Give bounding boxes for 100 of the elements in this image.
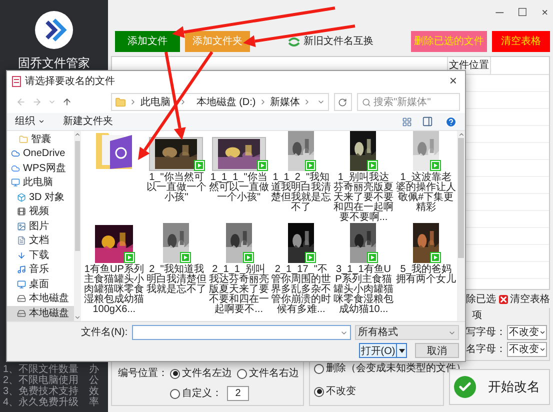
- file-name[interactable]: 5_我的爸妈拥有两个女儿: [395, 265, 456, 285]
- scroll-up-icon[interactable]: [74, 131, 81, 138]
- film-icon: [17, 207, 26, 216]
- swap-icon: [288, 36, 300, 46]
- video-badge-icon: [367, 252, 378, 263]
- scrollbar[interactable]: [74, 131, 81, 321]
- nav-item[interactable]: 智囊: [7, 132, 74, 146]
- file-name[interactable]: 3_1_1有鱼UP系列主食猫罐头小肉罐猫咪零食湿粮包成幼猫10...: [332, 265, 394, 315]
- nav-item[interactable]: 桌面: [7, 277, 74, 292]
- open-menu-button[interactable]: [397, 343, 407, 358]
- file-name[interactable]: 1_1_1_"你当然可以一直做一个小孩": [208, 173, 270, 203]
- breadcrumb[interactable]: 此电脑: [140, 94, 170, 110]
- file-name[interactable]: 1有鱼UP系列主食猫罐头小肉罐猫咪零食湿粮包成幼猫100gX6...: [84, 265, 145, 315]
- monitor-icon: [11, 178, 20, 188]
- nav-item[interactable]: 本地磁盘: [7, 306, 74, 320]
- nav-item[interactable]: 音乐: [7, 262, 74, 277]
- feature-text: 4、永久免费升级: [3, 397, 79, 408]
- down-arrow-icon: [17, 250, 26, 260]
- dialog-icon: [12, 76, 21, 86]
- close-button[interactable]: ×: [542, 4, 548, 22]
- cube-icon: [17, 192, 26, 202]
- radio-label: 不改变: [326, 384, 356, 399]
- radio-button[interactable]: [314, 386, 324, 396]
- radio-label: 文件名左边: [182, 366, 232, 381]
- option-label: 写字母：: [466, 326, 506, 340]
- music-note-icon: [17, 265, 26, 274]
- toolbar-button[interactable]: 添加文件: [115, 31, 180, 52]
- radio-button[interactable]: [170, 388, 180, 398]
- file-name[interactable]: 1_"你当然可以一直做一个小孩": [146, 173, 207, 203]
- file-type-select[interactable]: 所有格式: [355, 325, 459, 340]
- scrollbar[interactable]: [457, 131, 465, 321]
- preview-pane-icon[interactable]: [422, 116, 433, 127]
- swap-names-button[interactable]: 新旧文件名互换: [255, 31, 406, 52]
- nav-item[interactable]: 图片: [7, 219, 74, 234]
- case-select[interactable]: 不改变: [507, 342, 547, 357]
- file-name-label: 文件名(N):: [81, 326, 128, 340]
- cancel-button[interactable]: 取消: [415, 343, 459, 358]
- radio-button[interactable]: [170, 368, 180, 378]
- caret-icon: [539, 329, 546, 336]
- nav-item[interactable]: 3D 对象: [7, 190, 74, 204]
- caret-icon: [398, 348, 404, 352]
- start-rename-button[interactable]: 开始改名: [449, 369, 550, 405]
- nav-item[interactable]: 文档: [7, 234, 74, 248]
- check-icon: [454, 376, 476, 398]
- radio-button[interactable]: [314, 364, 324, 374]
- video-badge-icon: [305, 160, 316, 171]
- breadcrumb[interactable]: 新媒体: [270, 94, 300, 110]
- search-field[interactable]: 搜索"新媒体": [356, 93, 460, 111]
- nav-item[interactable]: 此电脑: [7, 176, 74, 190]
- video-badge-icon: [430, 160, 441, 171]
- clear-table-link[interactable]: 清空表格: [499, 292, 550, 306]
- logo-icon: [35, 11, 73, 49]
- file-name[interactable]: 1_这波靠老婆的操作让人敬佩#下集更精彩: [395, 173, 456, 213]
- file-name-input[interactable]: [132, 325, 351, 340]
- slogan-text: 办公效率: [89, 364, 99, 408]
- address-bar[interactable]: 此电脑 本地磁盘 (D:) 新媒体: [111, 93, 329, 111]
- feature-text: 1、不限文件数量: [3, 364, 79, 375]
- folder-icon: [115, 96, 126, 108]
- search-placeholder: 搜索"新媒体": [374, 96, 431, 110]
- feature-text: 2、不限电脑使用: [3, 375, 79, 386]
- file-name[interactable]: 1_别叫我达芬奇丽亮版夏天来了要不要和四在一起啊要不要啊...: [332, 173, 394, 223]
- history-caret-icon[interactable]: [316, 98, 325, 106]
- video-badge-icon: [242, 252, 254, 263]
- nav-item[interactable]: WPS网盘: [7, 161, 74, 176]
- video-badge-icon: [194, 160, 206, 171]
- scroll-down-icon[interactable]: [74, 314, 81, 321]
- video-badge-icon: [124, 252, 136, 263]
- radio-label: 自定义：: [182, 386, 222, 401]
- radio-button[interactable]: [237, 368, 247, 378]
- up-icon[interactable]: [62, 97, 72, 107]
- file-name[interactable]: 1_1_2_"我知道我明白我清楚但我就是忘不了: [270, 173, 332, 213]
- breadcrumb[interactable]: 本地磁盘 (D:): [196, 94, 256, 110]
- file-name[interactable]: 2_1_17_"不管你周围的世界多乱多杂不管你崩溃的时候有多难...: [270, 265, 332, 315]
- close-button[interactable]: ×: [446, 71, 460, 91]
- case-select[interactable]: 不改变: [507, 325, 547, 340]
- minimize-button[interactable]: ─: [496, 4, 504, 22]
- nav-item[interactable]: 下载: [7, 248, 74, 262]
- drive-icon: [17, 308, 26, 318]
- delete-selected-link[interactable]: 除已选: [466, 292, 496, 306]
- open-button[interactable]: 打开(O): [359, 343, 397, 358]
- file-name[interactable]: 2_"我知道我明白我清楚但我就是忘不了: [146, 265, 207, 295]
- scroll-up-icon[interactable]: [458, 131, 464, 138]
- caret-icon: [38, 118, 45, 125]
- help-icon[interactable]: [445, 116, 457, 128]
- view-icon[interactable]: [402, 116, 412, 126]
- drive-icon: [17, 294, 26, 304]
- video-badge-icon: [305, 252, 316, 263]
- clear-icon: [499, 294, 508, 304]
- file-name[interactable]: 2_1_1_别叫我达芬奇丽亮版夏天来了要不要和四在一起啊要不...: [208, 265, 270, 315]
- organize-menu[interactable]: 组织: [15, 114, 45, 129]
- custom-position-input[interactable]: 2: [227, 386, 249, 401]
- app-name: 固乔文件管家: [18, 55, 90, 72]
- nav-item[interactable]: 本地磁盘: [7, 292, 74, 306]
- video-badge-icon: [256, 160, 268, 171]
- nav-item[interactable]: 视频: [7, 204, 74, 219]
- maximize-button[interactable]: ☐: [518, 4, 528, 22]
- nav-item[interactable]: OneDrive: [7, 146, 74, 161]
- refresh-button[interactable]: [334, 93, 352, 111]
- video-badge-icon: [367, 160, 378, 171]
- new-folder-button[interactable]: 新建文件夹: [63, 114, 113, 129]
